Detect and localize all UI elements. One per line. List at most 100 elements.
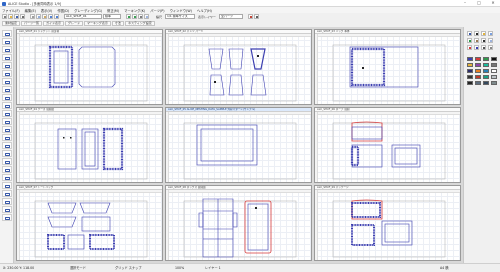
paste-icon[interactable]: [42, 14, 47, 19]
pattern-window-9[interactable]: ALC_SHUF_09 パッケージ: [314, 185, 461, 261]
palette-mirror-icon[interactable]: [488, 45, 493, 50]
rotate-tool-icon[interactable]: [2, 94, 12, 101]
copy-icon[interactable]: [36, 14, 41, 19]
color-swatch-orange[interactable]: [475, 69, 481, 73]
color-swatch-ink[interactable]: [467, 81, 473, 85]
move-tool-icon[interactable]: [2, 102, 12, 109]
zoom-out-icon[interactable]: [132, 14, 137, 19]
drawing-canvas-5[interactable]: [166, 112, 311, 182]
menu-modify[interactable]: 修正(M): [107, 8, 119, 13]
tab-guide[interactable]: ガイド表示: [42, 21, 64, 26]
drawing-canvas-7[interactable]: [17, 190, 162, 260]
save-icon[interactable]: [14, 14, 19, 19]
pattern-window-8[interactable]: ALC_SHUF_08 ボックス 展開図: [165, 185, 312, 261]
drawing-canvas-9[interactable]: [315, 190, 460, 260]
tab-parts-list[interactable]: パーツ一覧: [21, 21, 42, 26]
curve-tool-icon[interactable]: [2, 54, 12, 61]
erase-tool-icon[interactable]: [2, 206, 12, 213]
drawing-canvas-2[interactable]: [166, 34, 311, 104]
color-swatch-blue[interactable]: [467, 57, 473, 61]
tab-grade[interactable]: グレード: [64, 21, 83, 26]
color-swatch-green[interactable]: [483, 57, 489, 61]
pleat-tool-icon[interactable]: [2, 182, 12, 189]
zoom-in-icon[interactable]: [126, 14, 131, 19]
join-tool-icon[interactable]: [2, 118, 12, 125]
line-tool-icon[interactable]: [2, 38, 12, 45]
palette-select-icon[interactable]: [467, 31, 472, 36]
dimension-tool-icon[interactable]: [2, 126, 12, 133]
undo-icon[interactable]: [48, 14, 53, 19]
mirror-tool-icon[interactable]: [2, 86, 12, 93]
notch-tool-icon[interactable]: [2, 78, 12, 85]
measure-icon[interactable]: [247, 14, 253, 19]
tab-marking[interactable]: マーキング表示: [84, 21, 111, 26]
color-swatch-dark[interactable]: [467, 75, 473, 79]
palette-zoom-icon[interactable]: [467, 38, 472, 43]
menu-help[interactable]: ヘルプ(H): [197, 8, 212, 13]
fit-window-icon[interactable]: [138, 14, 143, 19]
menu-view[interactable]: 表示(V): [41, 8, 52, 13]
color-swatch-white[interactable]: [491, 69, 497, 73]
menu-parts[interactable]: パーツ(P): [150, 8, 164, 13]
pattern-window-4[interactable]: ALC_SHUF_04 ケース 展開図: [16, 107, 163, 183]
grade-tool-icon[interactable]: [2, 158, 12, 165]
drawing-canvas-3[interactable]: [315, 34, 460, 104]
pattern-window-7[interactable]: ALC_SHUF_07 トートバッグ: [16, 185, 163, 261]
drawing-canvas-4[interactable]: [17, 112, 162, 182]
drawing-canvas-6[interactable]: [315, 112, 460, 182]
grain-tool-icon[interactable]: [2, 142, 12, 149]
color-swatch-gray[interactable]: [491, 63, 497, 67]
style-selector[interactable]: 標準: [103, 14, 121, 19]
maximize-button[interactable]: □: [472, 0, 486, 6]
rect-tool-icon[interactable]: [2, 46, 12, 53]
cut-icon[interactable]: [30, 14, 35, 19]
menu-window[interactable]: ウィンドウ(W): [170, 8, 192, 13]
palette-cut-icon[interactable]: [467, 45, 472, 50]
pan-tool-icon[interactable]: [2, 214, 12, 221]
color-swatch-steel[interactable]: [483, 81, 489, 85]
palette-fill-icon[interactable]: [481, 31, 486, 36]
pattern-window-5[interactable]: ALC_SHUF_05 ALICE_NESTING_DATA_SAMPLE 外枠…: [165, 107, 312, 183]
color-swatch-sea[interactable]: [483, 75, 489, 79]
drawing-canvas-8[interactable]: [166, 190, 311, 260]
tab-nesting[interactable]: ネスティング設定: [124, 21, 155, 26]
color-swatch-yellow[interactable]: [467, 63, 473, 67]
tab-material[interactable]: 素材設定: [2, 21, 21, 26]
menu-edit[interactable]: 編集(E): [25, 8, 36, 13]
dart-tool-icon[interactable]: [2, 190, 12, 197]
split-tool-icon[interactable]: [2, 166, 12, 173]
palette-layer-icon[interactable]: [488, 31, 493, 36]
seam-tool-icon[interactable]: [2, 150, 12, 157]
select-tool-icon[interactable]: [2, 30, 12, 37]
palette-grid-icon[interactable]: [488, 38, 493, 43]
palette-text-icon[interactable]: [481, 38, 486, 43]
scale-selector[interactable]: 1/1 標準サイズ: [165, 14, 196, 19]
redo-icon[interactable]: [54, 14, 59, 19]
print-icon[interactable]: [20, 14, 25, 19]
drawing-canvas-1[interactable]: [17, 34, 162, 104]
color-swatch-silver[interactable]: [491, 75, 497, 79]
palette-pen-icon[interactable]: [474, 31, 479, 36]
pattern-window-1[interactable]: ALC_SHUF_01 ジャケット 前身頃: [16, 29, 163, 105]
offset-tool-icon[interactable]: [2, 70, 12, 77]
tab-dimension[interactable]: 寸法: [111, 21, 124, 26]
color-swatch-red[interactable]: [475, 57, 481, 61]
open-folder-icon[interactable]: [8, 14, 13, 19]
palette-notch-icon[interactable]: [474, 45, 479, 50]
close-button[interactable]: ✕: [486, 0, 500, 6]
fold-tool-icon[interactable]: [2, 174, 12, 181]
color-swatch-teal[interactable]: [483, 63, 489, 67]
menu-draw[interactable]: 作図(D): [57, 8, 69, 13]
menu-grading[interactable]: グレーディング(G): [74, 8, 102, 13]
color-swatch-purple[interactable]: [475, 63, 481, 67]
color-swatch-navy[interactable]: [467, 69, 473, 73]
menu-marking[interactable]: マーキング(K): [124, 8, 145, 13]
color-swatch-sky[interactable]: [483, 69, 489, 73]
trim-tool-icon[interactable]: [2, 110, 12, 117]
color-swatch-slate[interactable]: [475, 81, 481, 85]
minimize-button[interactable]: –: [458, 0, 472, 6]
pattern-selector[interactable]: ALC_SHUF_01: [64, 14, 102, 19]
pattern-window-3[interactable]: ALC_SHUF_03 バッグ 本体: [314, 29, 461, 105]
palette-seam-icon[interactable]: [481, 45, 486, 50]
color-swatch-ash[interactable]: [491, 81, 497, 85]
